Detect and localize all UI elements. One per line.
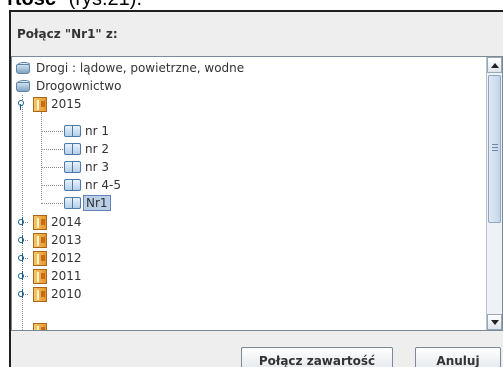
caption-bold: rtość — [7, 0, 56, 10]
book-icon — [64, 161, 81, 173]
collapsed-toggle-icon[interactable] — [18, 253, 27, 262]
tree-node-year[interactable]: 2011 — [33, 267, 82, 285]
tree-node-issue[interactable]: nr 3 — [64, 158, 109, 176]
arrow-up-icon — [491, 63, 499, 68]
tree-node-year-2015[interactable]: 2015 — [33, 95, 82, 113]
scroll-down-button[interactable] — [487, 314, 502, 330]
collapsed-toggle-icon[interactable] — [18, 271, 27, 280]
scroll-thumb[interactable] — [488, 75, 501, 223]
tree-node-label: 2011 — [51, 269, 82, 283]
scroll-up-button[interactable] — [487, 57, 502, 73]
cancel-button[interactable]: Anuluj — [415, 347, 501, 367]
book-icon — [64, 143, 81, 155]
database-icon — [16, 79, 32, 93]
folder-icon — [33, 322, 47, 330]
folder-icon — [33, 268, 47, 284]
vertical-scrollbar[interactable] — [486, 57, 502, 330]
arrow-down-icon — [491, 320, 499, 325]
tree-node-label: nr 2 — [85, 142, 109, 156]
caption-rest: " (rys.21). — [56, 0, 142, 10]
tree-node-year[interactable]: 2013 — [33, 231, 82, 249]
tree-node-label: 2013 — [51, 233, 82, 247]
tree-node-label: 2014 — [51, 215, 82, 229]
dialog-title: Połącz "Nr1" z: — [17, 27, 118, 41]
tree-node-partial — [33, 321, 47, 330]
tree-node-root-1[interactable]: Drogi : lądowe, powietrzne, wodne — [16, 59, 244, 77]
tree-connector — [41, 203, 63, 204]
tree-node-year[interactable]: 2010 — [33, 285, 82, 303]
database-icon — [16, 61, 32, 75]
tree-node-issue[interactable]: nr 4-5 — [64, 176, 121, 194]
folder-icon — [33, 232, 47, 248]
tree-node-issue[interactable]: nr 1 — [64, 122, 109, 140]
book-icon — [64, 125, 81, 137]
tree-node-label: nr 4-5 — [85, 178, 121, 192]
tree-node-label: Drogownictwo — [36, 79, 122, 93]
book-icon — [64, 197, 81, 209]
merge-dialog: Połącz "Nr1" z: Drogi : lądowe, powietrz… — [9, 10, 503, 367]
tree-node-issue[interactable]: nr 2 — [64, 140, 109, 158]
tree-connector — [41, 112, 42, 200]
tree-node-label: 2012 — [51, 251, 82, 265]
folder-icon — [33, 214, 47, 230]
tree-connector — [41, 167, 63, 168]
tree-node-label: Nr1 — [83, 195, 111, 211]
tree-panel: Drogi : lądowe, powietrzne, wodne Drogow… — [11, 56, 503, 331]
tree: Drogi : lądowe, powietrzne, wodne Drogow… — [12, 57, 486, 330]
tree-node-year[interactable]: 2012 — [33, 249, 82, 267]
folder-icon — [33, 96, 47, 112]
tree-node-label: 2010 — [51, 287, 82, 301]
tree-connector — [41, 131, 63, 132]
collapsed-toggle-icon[interactable] — [18, 217, 27, 226]
tree-node-issue-selected[interactable]: Nr1 — [64, 194, 111, 212]
collapsed-toggle-icon[interactable] — [18, 235, 27, 244]
folder-icon — [33, 286, 47, 302]
tree-node-label: 2015 — [51, 97, 82, 111]
tree-node-root-2[interactable]: Drogownictwo — [16, 77, 121, 95]
collapsed-toggle-icon[interactable] — [18, 289, 27, 298]
tree-connector — [41, 185, 63, 186]
folder-icon — [33, 250, 47, 266]
tree-node-label: nr 3 — [85, 160, 109, 174]
merge-content-button[interactable]: Połącz zawartość — [241, 347, 393, 367]
tree-connector — [41, 149, 63, 150]
book-icon — [64, 179, 81, 191]
tree-node-label: nr 1 — [85, 124, 109, 138]
tree-node-label: Drogi : lądowe, powietrzne, wodne — [36, 61, 245, 75]
tree-node-year[interactable]: 2014 — [33, 213, 82, 231]
expanded-toggle-icon[interactable] — [18, 100, 27, 110]
